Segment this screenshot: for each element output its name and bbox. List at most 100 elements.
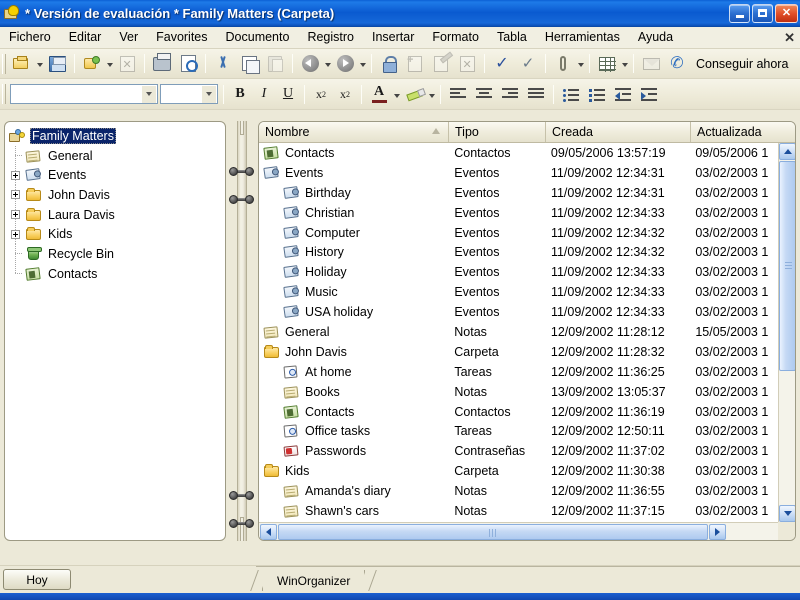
close-button[interactable]: ✕ xyxy=(775,3,798,23)
get-now-promo-label[interactable]: Conseguir ahora xyxy=(696,57,788,71)
menu-tabla[interactable]: Tabla xyxy=(488,29,536,47)
menu-registro[interactable]: Registro xyxy=(298,29,363,47)
open-folder-dropdown-icon[interactable] xyxy=(35,52,44,76)
table-row[interactable]: Events Eventos 11/09/2002 12:34:31 03/02… xyxy=(259,163,778,183)
align-right-icon[interactable] xyxy=(498,82,522,106)
column-header-tipo[interactable]: Tipo xyxy=(449,122,546,142)
tree-expander[interactable] xyxy=(9,224,25,244)
close-document-icon[interactable]: ✕ xyxy=(784,30,795,46)
toolbar-grip[interactable] xyxy=(2,84,6,104)
table-row[interactable]: John Davis Carpeta 12/09/2002 11:28:32 0… xyxy=(259,342,778,362)
menu-formato[interactable]: Formato xyxy=(423,29,488,47)
save-icon[interactable] xyxy=(45,52,69,76)
horizontal-scroll-thumb[interactable] xyxy=(278,523,708,540)
tab-winorganizer[interactable]: WinOrganizer xyxy=(262,570,366,591)
menu-ayuda[interactable]: Ayuda xyxy=(629,29,682,47)
align-justify-icon[interactable] xyxy=(524,82,548,106)
tree-expander[interactable] xyxy=(9,165,25,185)
table-row[interactable]: Holiday Eventos 11/09/2002 12:34:33 03/0… xyxy=(259,262,778,282)
subscript-button[interactable]: x2 xyxy=(333,83,357,106)
superscript-button[interactable]: x2 xyxy=(309,83,333,106)
list-horizontal-scrollbar[interactable] xyxy=(259,522,778,540)
tree-item-kids[interactable]: Kids xyxy=(9,224,225,244)
attachment-icon[interactable] xyxy=(551,52,575,76)
copy-icon[interactable] xyxy=(237,52,261,76)
panel-splitter[interactable] xyxy=(228,121,256,541)
list-vertical-scrollbar[interactable] xyxy=(778,143,795,522)
font-color-icon[interactable]: A xyxy=(367,82,391,106)
column-header-creada[interactable]: Creada xyxy=(546,122,691,142)
font-color-dropdown-icon[interactable] xyxy=(392,82,401,106)
paste-icon[interactable] xyxy=(263,52,287,76)
delete-document-icon[interactable] xyxy=(455,52,479,76)
tree-expander[interactable] xyxy=(9,185,25,205)
tree-item-contacts[interactable]: Contacts xyxy=(9,264,225,284)
splitter-bar[interactable] xyxy=(237,121,247,541)
new-record-icon[interactable] xyxy=(80,52,104,76)
menu-insertar[interactable]: Insertar xyxy=(363,29,423,47)
table-row[interactable]: Birthday Eventos 11/09/2002 12:34:31 03/… xyxy=(259,183,778,203)
table-row[interactable]: Computer Eventos 11/09/2002 12:34:32 03/… xyxy=(259,223,778,243)
navigate-forward-icon[interactable] xyxy=(333,52,357,76)
tree-item-recycle-bin[interactable]: Recycle Bin xyxy=(9,244,225,264)
align-center-icon[interactable] xyxy=(472,82,496,106)
table-row[interactable]: Christian Eventos 11/09/2002 12:34:33 03… xyxy=(259,203,778,223)
send-mail-icon[interactable] xyxy=(639,52,663,76)
tree-item-laura-davis[interactable]: Laura Davis xyxy=(9,205,225,225)
delete-record-icon[interactable] xyxy=(115,52,139,76)
table-row[interactable]: USA holiday Eventos 11/09/2002 12:34:33 … xyxy=(259,302,778,322)
tree-item-family-matters[interactable]: Family Matters xyxy=(9,126,225,146)
open-folder-icon[interactable] xyxy=(10,52,34,76)
check-all-icon[interactable]: ✓ xyxy=(516,52,540,76)
table-row[interactable]: Contacts Contactos 12/09/2002 11:36:19 0… xyxy=(259,402,778,422)
print-preview-icon[interactable] xyxy=(176,52,200,76)
decrease-indent-icon[interactable] xyxy=(611,82,635,106)
table-row[interactable]: Office tasks Tareas 12/09/2002 12:50:11 … xyxy=(259,421,778,441)
table-row[interactable]: Contacts Contactos 09/05/2006 13:57:19 0… xyxy=(259,143,778,163)
scroll-up-icon[interactable] xyxy=(779,143,795,160)
table-row[interactable]: Music Eventos 11/09/2002 12:34:33 03/02/… xyxy=(259,282,778,302)
column-header-nombre[interactable]: Nombre xyxy=(259,122,449,142)
toolbar-grip[interactable] xyxy=(2,53,6,74)
navigate-back-dropdown-icon[interactable] xyxy=(323,52,332,76)
print-icon[interactable] xyxy=(150,52,174,76)
attachment-dropdown-icon[interactable] xyxy=(576,52,585,76)
bullet-list-icon[interactable] xyxy=(559,82,583,106)
cut-icon[interactable] xyxy=(211,52,235,76)
scroll-down-icon[interactable] xyxy=(779,505,795,522)
vertical-scroll-thumb[interactable] xyxy=(779,161,795,371)
scroll-left-icon[interactable] xyxy=(260,523,277,540)
navigate-forward-dropdown-icon[interactable] xyxy=(358,52,367,76)
edit-document-icon[interactable] xyxy=(429,52,453,76)
table-row[interactable]: History Eventos 11/09/2002 12:34:32 03/0… xyxy=(259,242,778,262)
new-record-dropdown-icon[interactable] xyxy=(105,52,114,76)
dial-phone-icon[interactable]: ✆ xyxy=(665,52,689,76)
lock-icon[interactable] xyxy=(377,52,401,76)
table-row[interactable]: Passwords Contraseñas 12/09/2002 11:37:0… xyxy=(259,441,778,461)
chevron-down-icon[interactable] xyxy=(202,85,216,103)
tree-item-events[interactable]: Events xyxy=(9,165,225,185)
tree-item-john-davis[interactable]: John Davis xyxy=(9,185,225,205)
maximize-button[interactable] xyxy=(752,3,773,23)
bold-button[interactable]: B xyxy=(228,83,252,106)
navigate-back-icon[interactable] xyxy=(298,52,322,76)
menu-documento[interactable]: Documento xyxy=(217,29,299,47)
numbered-list-icon[interactable] xyxy=(585,82,609,106)
menu-fichero[interactable]: Fichero xyxy=(0,29,60,47)
table-row[interactable]: General Notas 12/09/2002 11:28:12 15/05/… xyxy=(259,322,778,342)
table-row[interactable]: At home Tareas 12/09/2002 11:36:25 03/02… xyxy=(259,362,778,382)
menu-favorites[interactable]: Favorites xyxy=(147,29,216,47)
chevron-down-icon[interactable] xyxy=(142,85,156,103)
table-row[interactable]: Kids Carpeta 12/09/2002 11:30:38 03/02/2… xyxy=(259,461,778,481)
minimize-button[interactable] xyxy=(729,3,750,23)
insert-table-icon[interactable] xyxy=(595,52,619,76)
underline-button[interactable]: U xyxy=(276,83,300,106)
tree-expander[interactable] xyxy=(9,205,25,225)
font-size-select[interactable] xyxy=(160,84,218,104)
column-header-actualizada[interactable]: Actualizada xyxy=(691,122,780,142)
insert-table-dropdown-icon[interactable] xyxy=(620,52,629,76)
menu-ver[interactable]: Ver xyxy=(110,29,147,47)
new-document-icon[interactable] xyxy=(403,52,427,76)
tree-item-general[interactable]: General xyxy=(9,146,225,166)
highlight-icon[interactable] xyxy=(402,82,426,106)
